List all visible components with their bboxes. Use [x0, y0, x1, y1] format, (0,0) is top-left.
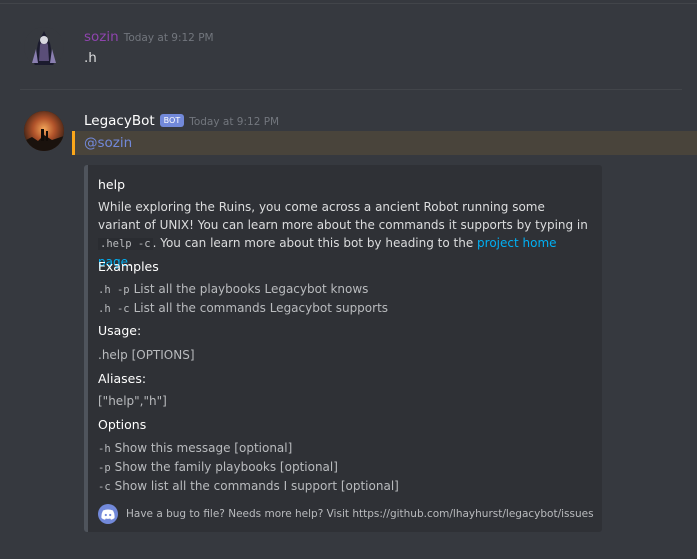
- example-line: .h -c List all the commands Legacybot sup…: [98, 301, 388, 315]
- message-header: sozin Today at 9:12 PM: [84, 29, 214, 45]
- example-text: List all the commands Legacybot supports: [133, 301, 389, 315]
- field-name-options: Options: [98, 417, 147, 432]
- option-text: Show list all the commands I support [op…: [114, 479, 399, 493]
- help-embed: help While exploring the Ruins, you come…: [84, 165, 602, 532]
- message-header: LegacyBot BOT Today at 9:12 PM: [84, 113, 279, 129]
- footer-text: Have a bug to file? Needs more help? Vis…: [126, 508, 594, 520]
- timestamp: Today at 9:12 PM: [123, 32, 214, 44]
- top-divider: [0, 3, 697, 4]
- embed-title: help: [98, 177, 126, 192]
- bot-avatar[interactable]: [24, 111, 64, 151]
- embed-description: While exploring the Ruins, you come acro…: [98, 198, 588, 271]
- example-code: .h -c: [98, 303, 130, 315]
- avatar[interactable]: [24, 27, 64, 67]
- embed-footer: Have a bug to file? Needs more help? Vis…: [98, 504, 594, 524]
- option-text: Show this message [optional]: [114, 441, 293, 455]
- option-line: -c Show list all the commands I support […: [98, 479, 399, 493]
- field-value-aliases: ["help","h"]: [98, 394, 167, 408]
- description-text: While exploring the Ruins, you come acro…: [98, 200, 588, 232]
- mention-highlight: @sozin: [72, 131, 697, 155]
- option-code: -h: [98, 443, 111, 455]
- username[interactable]: sozin: [84, 29, 119, 45]
- example-text: List all the playbooks Legacybot knows: [133, 282, 369, 296]
- field-value-usage: .help [OPTIONS]: [98, 348, 195, 362]
- field-name-examples: Examples: [98, 259, 159, 274]
- option-code: -p: [98, 462, 111, 474]
- option-line: -p Show the family playbooks [optional]: [98, 460, 338, 474]
- message-divider: [20, 89, 682, 90]
- user-mention[interactable]: @sozin: [84, 135, 132, 151]
- option-code: -c: [98, 481, 111, 493]
- timestamp: Today at 9:12 PM: [189, 116, 280, 128]
- field-name-usage: Usage:: [98, 323, 142, 338]
- option-text: Show the family playbooks [optional]: [114, 460, 338, 474]
- field-name-aliases: Aliases:: [98, 371, 147, 386]
- username[interactable]: LegacyBot: [84, 113, 155, 129]
- option-line: -h Show this message [optional]: [98, 441, 292, 455]
- bot-badge: BOT: [159, 114, 185, 127]
- example-line: .h -p List all the playbooks Legacybot kn…: [98, 282, 368, 296]
- message-text: .h: [84, 50, 97, 66]
- discord-icon: [98, 504, 118, 524]
- description-text: . You can learn more about this bot by h…: [152, 236, 478, 250]
- inline-code: .help -c: [98, 238, 153, 250]
- example-code: .h -p: [98, 284, 130, 296]
